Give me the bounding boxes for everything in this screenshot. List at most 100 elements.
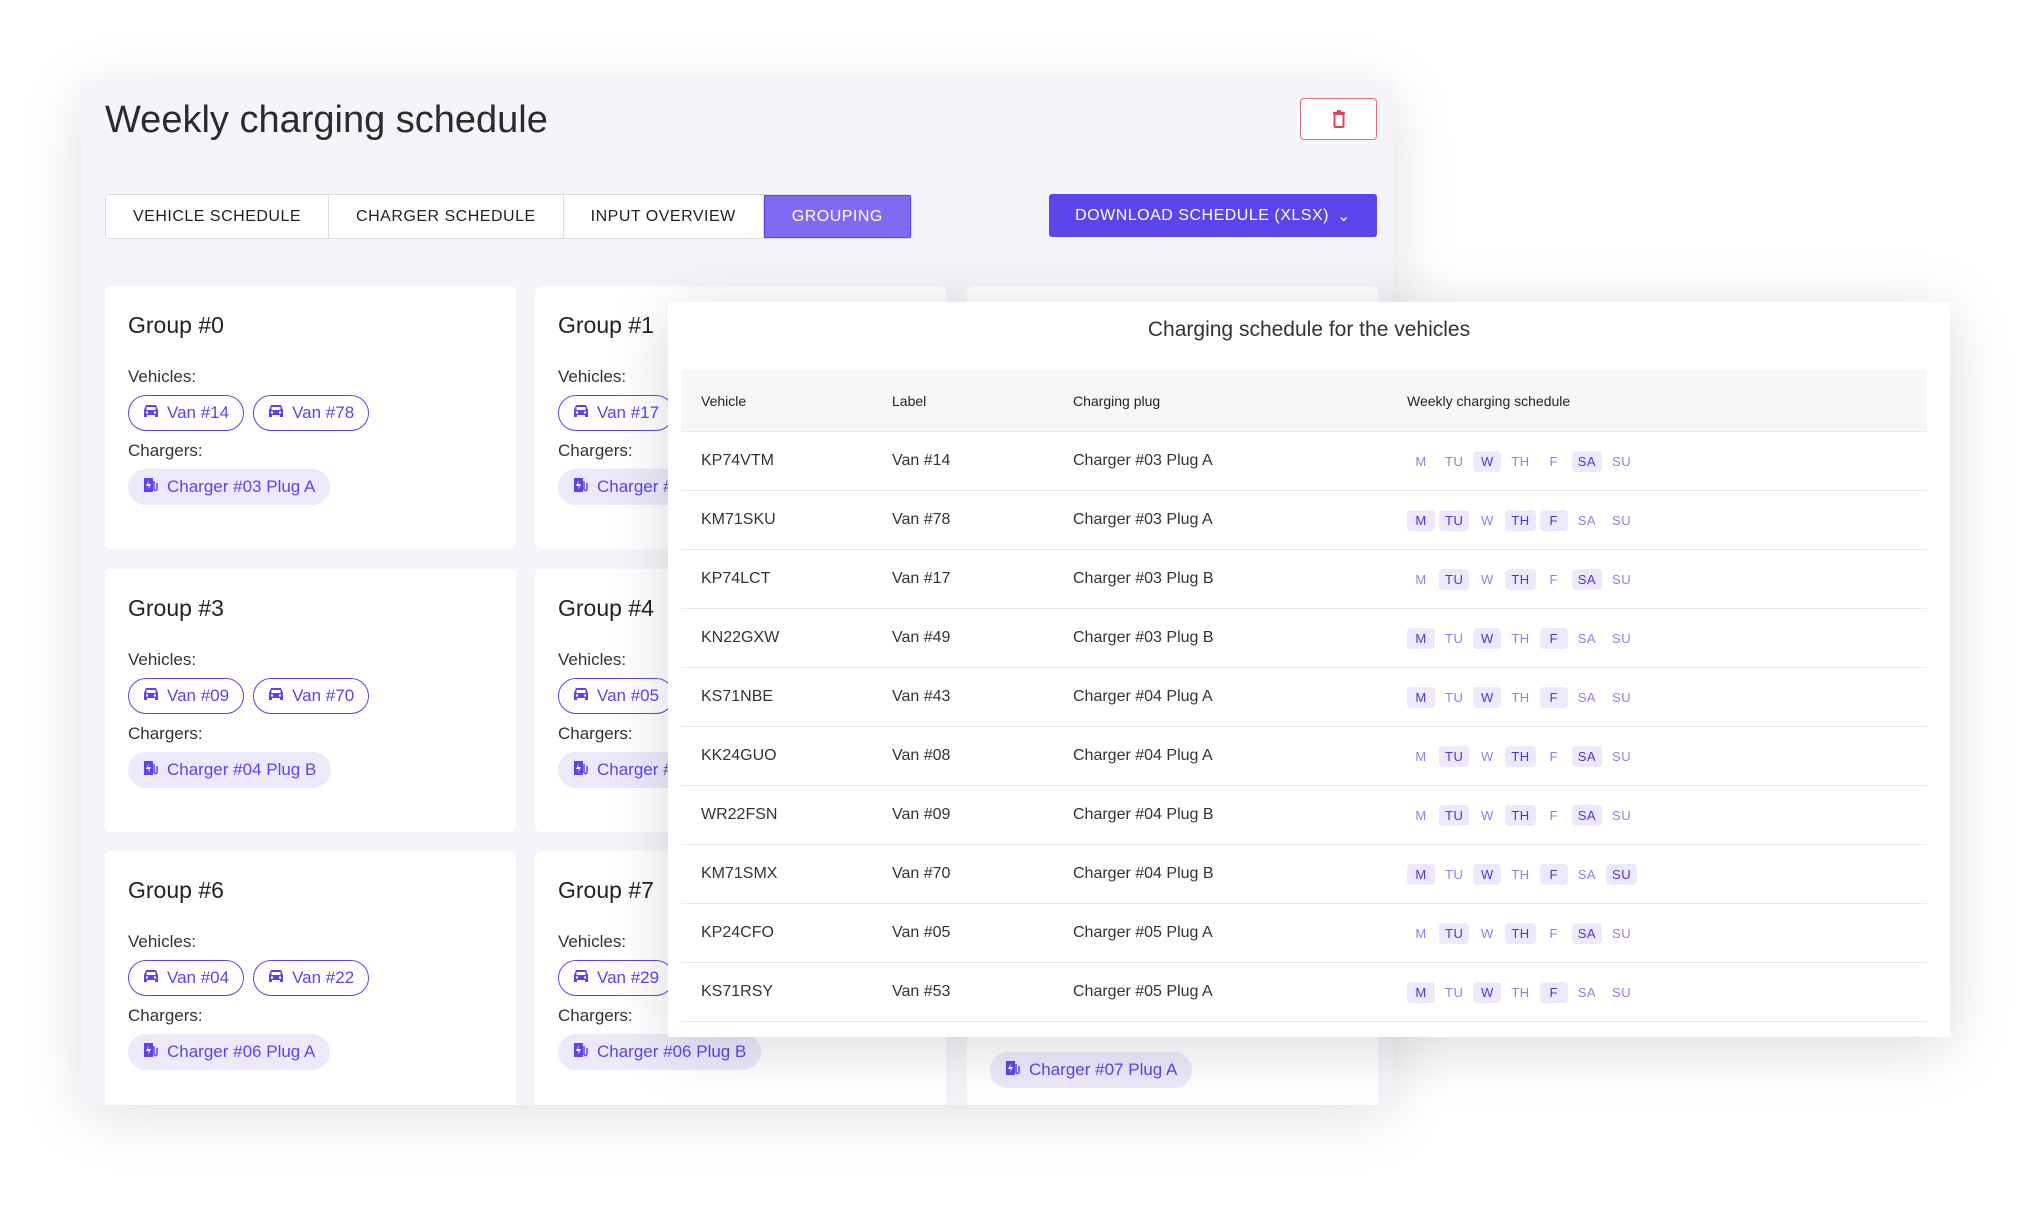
vehicle-chip[interactable]: Van #09 <box>128 678 245 714</box>
day-badge: SU <box>1612 748 1632 764</box>
vehicle-cell: KP74LCT <box>701 570 771 587</box>
vehicle-chip[interactable]: Van #17 <box>558 395 675 431</box>
download-label: DOWNLOAD SCHEDULE (XLSX) <box>1075 206 1329 224</box>
day-badge: SA <box>1571 745 1603 767</box>
plug-cell: Charger #03 Plug B <box>1073 570 1214 587</box>
schedule-cell: M TU W TH F SA SU <box>1407 509 1927 531</box>
table-row: KN22GXW Van #49 Charger #03 Plug B M TU W TH F S… <box>681 609 1927 668</box>
day-badge: SA <box>1577 984 1597 1000</box>
group-title: Group #6 <box>128 877 224 903</box>
day-badge: W <box>1473 627 1502 649</box>
charger-chip[interactable]: Charger #06 Plug A <box>128 1034 331 1070</box>
day-badge: SU <box>1612 925 1632 941</box>
car-icon <box>573 686 589 706</box>
ev-charger-icon <box>573 477 589 498</box>
day-badge: SA <box>1577 689 1597 705</box>
label-cell: Van #17 <box>892 570 951 587</box>
charger-chip[interactable]: Charger #06 Plug B <box>558 1034 762 1070</box>
label-cell: Van #14 <box>892 452 951 469</box>
schedule-table: Vehicle Label Charging plug Weekly charg… <box>681 370 1927 1022</box>
table-row: KS71RSY Van #53 Charger #05 Plug A M TU W TH F S… <box>681 963 1927 1022</box>
table-row: KP24CFO Van #05 Charger #05 Plug A M TU W TH F S… <box>681 904 1927 963</box>
day-badge: TU <box>1439 568 1470 590</box>
vehicle-cell: KP74VTM <box>701 452 774 469</box>
day-badge: TH <box>1511 984 1530 1000</box>
group-card: Group #6 Vehicles: Van #04 Van #22 Chargers… <box>105 851 516 1105</box>
header-plug: Charging plug <box>1073 392 1161 409</box>
day-badge: SU <box>1612 571 1632 587</box>
day-badge: F <box>1549 453 1558 469</box>
schedule-panel: Charging schedule for the vehicles Vehic… <box>668 302 1950 1037</box>
delete-button[interactable] <box>1300 98 1377 140</box>
day-badge: TU <box>1445 984 1464 1000</box>
vehicle-chip[interactable]: Van #22 <box>253 960 370 996</box>
day-badge: SU <box>1612 453 1632 469</box>
day-badge: SA <box>1571 804 1603 826</box>
vehicle-chip[interactable]: Van #70 <box>253 678 370 714</box>
day-badge: M <box>1407 686 1435 708</box>
day-badge: F <box>1539 981 1568 1003</box>
vehicle-chip[interactable]: Van #78 <box>253 395 370 431</box>
day-badge: W <box>1473 450 1502 472</box>
ev-charger-icon <box>143 1042 159 1063</box>
day-badge: W <box>1473 981 1502 1003</box>
day-badge: TH <box>1505 568 1536 590</box>
chip-label: Van #29 <box>597 968 660 987</box>
chip-label: Charger # <box>597 760 673 779</box>
tab-grouping[interactable]: GROUPING <box>763 195 911 238</box>
charger-chip[interactable]: Charger #03 Plug A <box>128 469 331 505</box>
day-badge: W <box>1480 807 1494 823</box>
day-badge: W <box>1480 571 1494 587</box>
chip-label: Charger #04 Plug B <box>167 760 317 779</box>
download-schedule-button[interactable]: DOWNLOAD SCHEDULE (XLSX) ⌄ <box>1049 194 1377 237</box>
plug-cell: Charger #05 Plug A <box>1073 983 1213 1000</box>
tab-vehicle-schedule[interactable]: VEHICLE SCHEDULE <box>106 195 330 238</box>
day-badge: F <box>1549 748 1558 764</box>
plug-cell: Charger #03 Plug A <box>1073 511 1213 528</box>
vehicle-chip[interactable]: Van #04 <box>128 960 245 996</box>
table-row: KM71SKU Van #78 Charger #03 Plug A M TU W TH F S… <box>681 491 1927 550</box>
plug-cell: Charger #04 Plug B <box>1073 865 1214 882</box>
label-cell: Van #43 <box>892 688 951 705</box>
day-badge: SA <box>1571 568 1603 590</box>
day-badge: SU <box>1612 984 1632 1000</box>
ev-charger-icon <box>1005 1060 1021 1081</box>
schedule-cell: M TU W TH F SA SU <box>1407 568 1927 590</box>
day-badge: TH <box>1511 866 1530 882</box>
chargers-label: Chargers: <box>128 441 203 460</box>
day-badge: M <box>1415 807 1427 823</box>
schedule-cell: M TU W TH F SA SU <box>1407 745 1927 767</box>
plug-cell: Charger #04 Plug A <box>1073 688 1213 705</box>
day-badge: W <box>1480 512 1494 528</box>
day-badge: M <box>1407 863 1435 885</box>
ev-charger-icon <box>143 477 159 498</box>
day-badge: TU <box>1445 630 1464 646</box>
day-badge: W <box>1473 686 1502 708</box>
car-icon <box>573 968 589 988</box>
day-badge: F <box>1539 863 1568 885</box>
header-schedule: Weekly charging schedule <box>1407 392 1571 409</box>
table-row: KM71SMX Van #70 Charger #04 Plug B M TU W TH F S… <box>681 845 1927 904</box>
charger-chip[interactable]: Charger #07 Plug A <box>990 1052 1193 1088</box>
day-badge: M <box>1415 925 1427 941</box>
schedule-cell: M TU W TH F SA SU <box>1407 863 1927 885</box>
vehicle-chip[interactable]: Van #29 <box>558 960 675 996</box>
vehicle-chip[interactable]: Van #14 <box>128 395 245 431</box>
day-badge: M <box>1415 571 1427 587</box>
tab-charger-schedule[interactable]: CHARGER SCHEDULE <box>329 195 564 238</box>
day-badge: F <box>1549 925 1558 941</box>
day-badge: SA <box>1571 922 1603 944</box>
chip-label: Van #04 <box>167 968 230 987</box>
car-icon <box>143 403 159 423</box>
vehicle-chip[interactable]: Van #05 <box>558 678 675 714</box>
day-badge: TH <box>1505 745 1536 767</box>
vehicle-cell: KM71SMX <box>701 865 778 882</box>
charger-chip[interactable]: Charger #04 Plug B <box>128 752 332 788</box>
table-header: Vehicle Label Charging plug Weekly charg… <box>681 370 1927 432</box>
tab-input-overview[interactable]: INPUT OVERVIEW <box>563 195 764 238</box>
table-row: KP74VTM Van #14 Charger #03 Plug A M TU W TH F S… <box>681 432 1927 491</box>
group-card: Group #0 Vehicles: Van #14 Van #78 Chargers… <box>105 286 516 549</box>
car-icon <box>143 686 159 706</box>
car-icon <box>573 403 589 423</box>
ev-charger-icon <box>573 1042 589 1063</box>
